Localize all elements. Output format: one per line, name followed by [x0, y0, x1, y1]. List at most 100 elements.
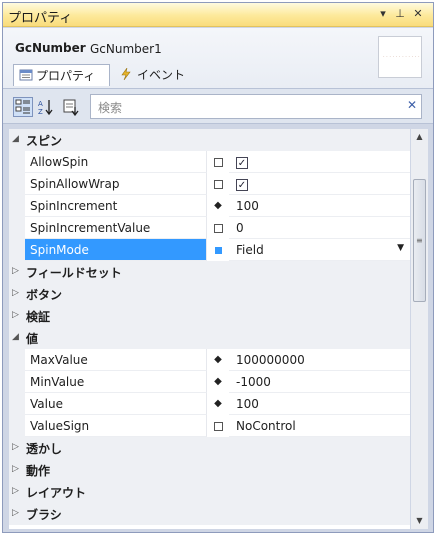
property-name[interactable]: Value — [25, 393, 207, 415]
modified-value-icon: ◆ — [214, 398, 222, 409]
object-thumbnail: · · · · · · · · · · · · — [378, 36, 422, 78]
property-row-minvalue[interactable]: MinValue ◆ -1000 — [9, 371, 410, 393]
default-value-icon — [214, 422, 223, 431]
property-value[interactable]: -1000 — [229, 371, 410, 393]
search-input[interactable]: 検索 ✕ — [90, 94, 422, 119]
expand-arrow-icon[interactable]: ▷ — [12, 486, 19, 496]
property-value[interactable]: NoControl — [229, 415, 410, 437]
row-gutter — [9, 371, 25, 393]
categorized-icon[interactable] — [13, 97, 33, 117]
property-name[interactable]: MaxValue — [25, 349, 207, 371]
category-spin[interactable]: ◢ スピン — [9, 129, 410, 151]
category-behavior[interactable]: ▷ 動作 — [9, 459, 410, 481]
category-value[interactable]: ◢ 値 — [9, 327, 410, 349]
category-validation[interactable]: ▷ 検証 — [9, 305, 410, 327]
expand-arrow-icon[interactable]: ▷ — [12, 508, 19, 518]
collapse-arrow-icon[interactable]: ◢ — [12, 332, 19, 342]
pin-icon[interactable]: ⊥ — [392, 6, 408, 22]
object-type: GcNumber — [15, 41, 86, 55]
expand-arrow-icon[interactable]: ▷ — [12, 266, 19, 276]
property-row-valuesign[interactable]: ValueSign NoControl — [9, 415, 410, 437]
property-row-maxvalue[interactable]: MaxValue ◆ 100000000 — [9, 349, 410, 371]
row-gutter — [9, 173, 25, 195]
property-name[interactable]: SpinIncrement — [25, 195, 207, 217]
properties-window: プロパティ ▾ ⊥ ✕ GcNumber GcNumber1 · · · · ·… — [2, 2, 434, 533]
property-value[interactable]: 100 — [229, 393, 410, 415]
property-value[interactable]: ✓ — [229, 173, 410, 195]
object-header: GcNumber GcNumber1 · · · · · · · · · · ·… — [3, 28, 433, 88]
dropdown-arrow-icon[interactable]: ▼ — [397, 243, 404, 253]
tab-properties-label: プロパティ — [36, 69, 96, 83]
title-bar[interactable]: プロパティ ▾ ⊥ ✕ — [3, 3, 433, 27]
clear-search-icon[interactable]: ✕ — [407, 98, 417, 112]
checkbox[interactable]: ✓ — [236, 179, 248, 191]
property-value[interactable]: 0 — [229, 217, 410, 239]
default-value-icon — [214, 158, 223, 167]
property-name[interactable]: SpinIncrementValue — [25, 217, 207, 239]
category-layout[interactable]: ▷ レイアウト — [9, 481, 410, 503]
row-gutter — [9, 217, 25, 239]
alphabetical-icon[interactable]: AZ — [36, 97, 56, 117]
property-value[interactable]: 100 — [229, 195, 410, 217]
property-name[interactable]: SpinAllowWrap — [25, 173, 207, 195]
category-label: 透かし — [26, 442, 63, 456]
category-label: フィールドセット — [26, 266, 122, 280]
property-value[interactable]: 100000000 — [229, 349, 410, 371]
expand-arrow-icon[interactable]: ▷ — [12, 288, 19, 298]
scroll-down-icon[interactable]: ▼ — [411, 513, 428, 529]
category-label: スピン — [26, 134, 63, 148]
property-row-spinmode[interactable]: SpinMode Field ▼ — [9, 239, 410, 261]
property-grid: ◢ スピン AllowSpin ✓ SpinAllowWrap ✓ SpinIn… — [9, 129, 410, 529]
vertical-scrollbar[interactable]: ▲ ≡ ▼ — [411, 129, 428, 529]
property-value-dropdown[interactable]: Field ▼ — [229, 239, 410, 261]
category-label: 値 — [26, 332, 39, 346]
grip-icon: ≡ — [416, 236, 423, 245]
property-value[interactable]: ✓ — [229, 151, 410, 173]
property-row-value[interactable]: Value ◆ 100 — [9, 393, 410, 415]
property-row-allowspin[interactable]: AllowSpin ✓ — [9, 151, 410, 173]
collapse-arrow-icon[interactable]: ◢ — [12, 134, 19, 144]
category-label: ボタン — [26, 288, 63, 302]
expand-arrow-icon[interactable]: ▷ — [12, 442, 19, 452]
row-gutter — [9, 415, 25, 437]
tab-events[interactable]: イベント — [115, 64, 195, 86]
category-brush[interactable]: ▷ ブラシ — [9, 503, 410, 525]
expand-arrow-icon[interactable]: ▷ — [12, 464, 19, 474]
dropdown-arrow-icon[interactable]: ▾ — [375, 6, 391, 22]
toolbar: AZ 検索 ✕ — [3, 88, 433, 124]
property-value: Field — [236, 243, 264, 257]
property-name[interactable]: MinValue — [25, 371, 207, 393]
window-title: プロパティ — [8, 11, 73, 26]
properties-icon — [19, 69, 33, 81]
property-row-spinincrementvalue[interactable]: SpinIncrementValue 0 — [9, 217, 410, 239]
scroll-up-icon[interactable]: ▲ — [411, 129, 428, 145]
expand-arrow-icon[interactable]: ▷ — [12, 310, 19, 320]
category-label: レイアウト — [26, 486, 87, 500]
tab-properties[interactable]: プロパティ — [13, 64, 110, 86]
category-fieldset[interactable]: ▷ フィールドセット — [9, 261, 410, 283]
row-gutter — [9, 151, 25, 173]
property-name[interactable]: AllowSpin — [25, 151, 207, 173]
default-value-icon — [214, 180, 223, 189]
category-button[interactable]: ▷ ボタン — [9, 283, 410, 305]
thumbnail-text: · · · · · · · · · · · · — [383, 54, 420, 60]
property-name[interactable]: ValueSign — [25, 415, 207, 437]
lightning-icon — [120, 67, 134, 81]
default-value-icon — [214, 224, 223, 233]
checkbox[interactable]: ✓ — [236, 157, 248, 169]
scrollbar-thumb[interactable]: ≡ — [413, 179, 426, 302]
category-label: 検証 — [26, 310, 51, 324]
svg-text:Z: Z — [38, 108, 43, 116]
property-name[interactable]: SpinMode — [25, 239, 207, 261]
property-row-spinincrement[interactable]: SpinIncrement ◆ 100 — [9, 195, 410, 217]
row-gutter — [9, 195, 25, 217]
property-row-spinallowwrap[interactable]: SpinAllowWrap ✓ — [9, 173, 410, 195]
svg-text:A: A — [38, 100, 43, 108]
row-gutter — [9, 239, 25, 261]
close-icon[interactable]: ✕ — [410, 6, 426, 22]
property-pages-icon[interactable] — [61, 97, 81, 117]
tab-events-label: イベント — [137, 68, 186, 82]
search-placeholder: 検索 — [98, 101, 123, 115]
category-watermark[interactable]: ▷ 透かし — [9, 437, 410, 459]
category-label: ブラシ — [26, 508, 62, 522]
